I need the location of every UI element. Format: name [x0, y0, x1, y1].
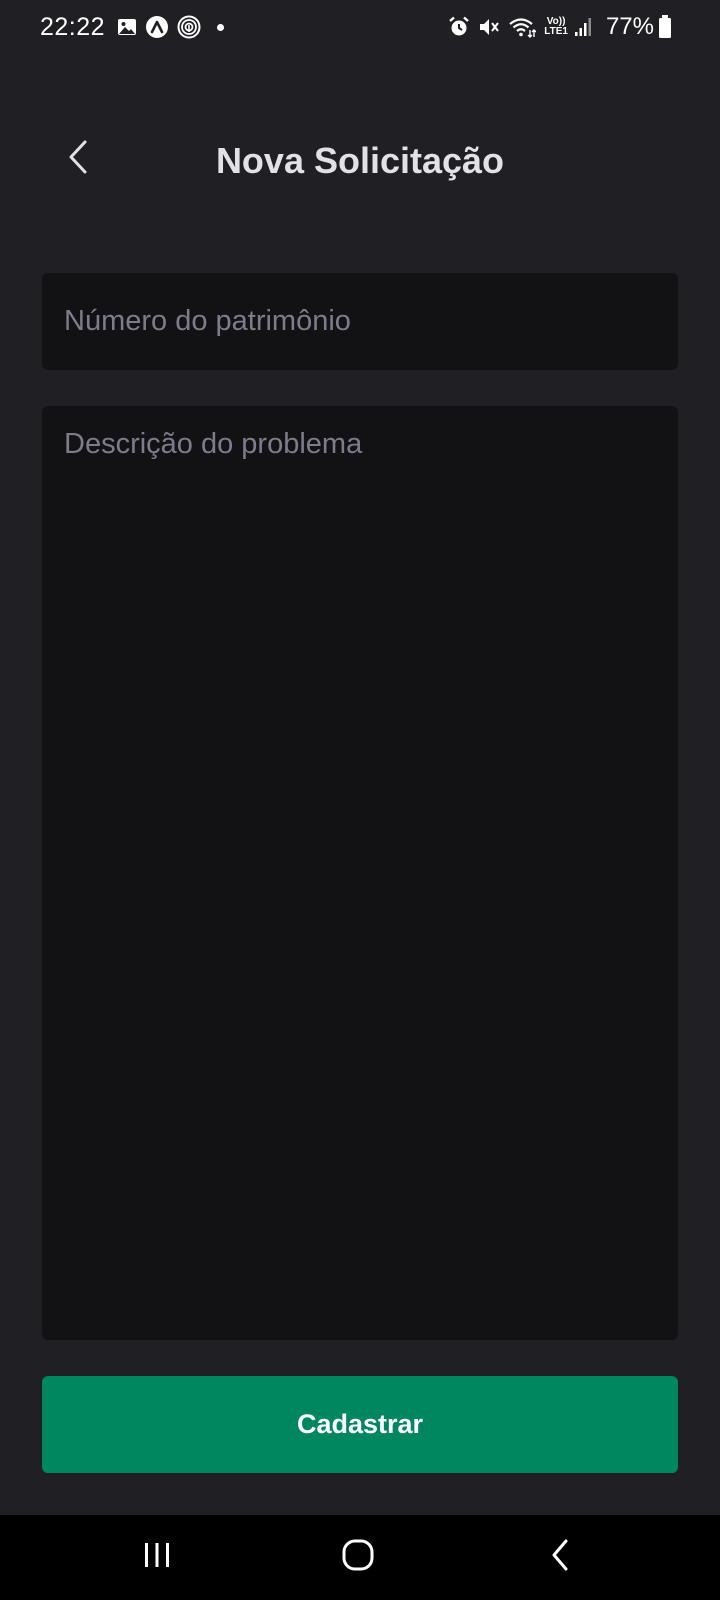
patrimonio-input[interactable]: [42, 273, 678, 370]
status-bar: 22:22 Vo)) LTE1 77%: [0, 0, 720, 54]
mute-icon: [478, 16, 500, 38]
network-bottom-label: LTE1: [544, 26, 568, 37]
status-right: Vo)) LTE1 77%: [448, 13, 680, 41]
battery-percentage: 77%: [605, 13, 654, 40]
back-icon: [550, 1539, 570, 1576]
nav-back-button[interactable]: [500, 1515, 620, 1600]
recents-button[interactable]: [97, 1515, 217, 1600]
status-left: 22:22: [40, 12, 225, 42]
wifi-icon: [508, 16, 537, 38]
home-button[interactable]: [298, 1515, 418, 1600]
clock: 22:22: [40, 12, 106, 41]
page-title: Nova Solicitação: [215, 140, 505, 181]
descricao-textarea[interactable]: [42, 406, 678, 1340]
recents-icon: [142, 1541, 172, 1574]
alarm-icon: [448, 16, 470, 38]
notification-dot: [217, 23, 225, 31]
system-nav-bar: [0, 1515, 720, 1600]
cadastrar-button[interactable]: Cadastrar: [42, 1376, 678, 1473]
home-icon: [341, 1538, 375, 1577]
app-notification-icon: [145, 15, 169, 39]
fingerprint-app-icon: [177, 15, 201, 39]
battery-icon: [658, 15, 672, 39]
header: Nova Solicitação: [0, 125, 720, 205]
gallery-icon: [117, 18, 137, 36]
volte-lte-icon: Vo)) LTE1: [544, 17, 568, 37]
signal-icon: [574, 17, 592, 37]
